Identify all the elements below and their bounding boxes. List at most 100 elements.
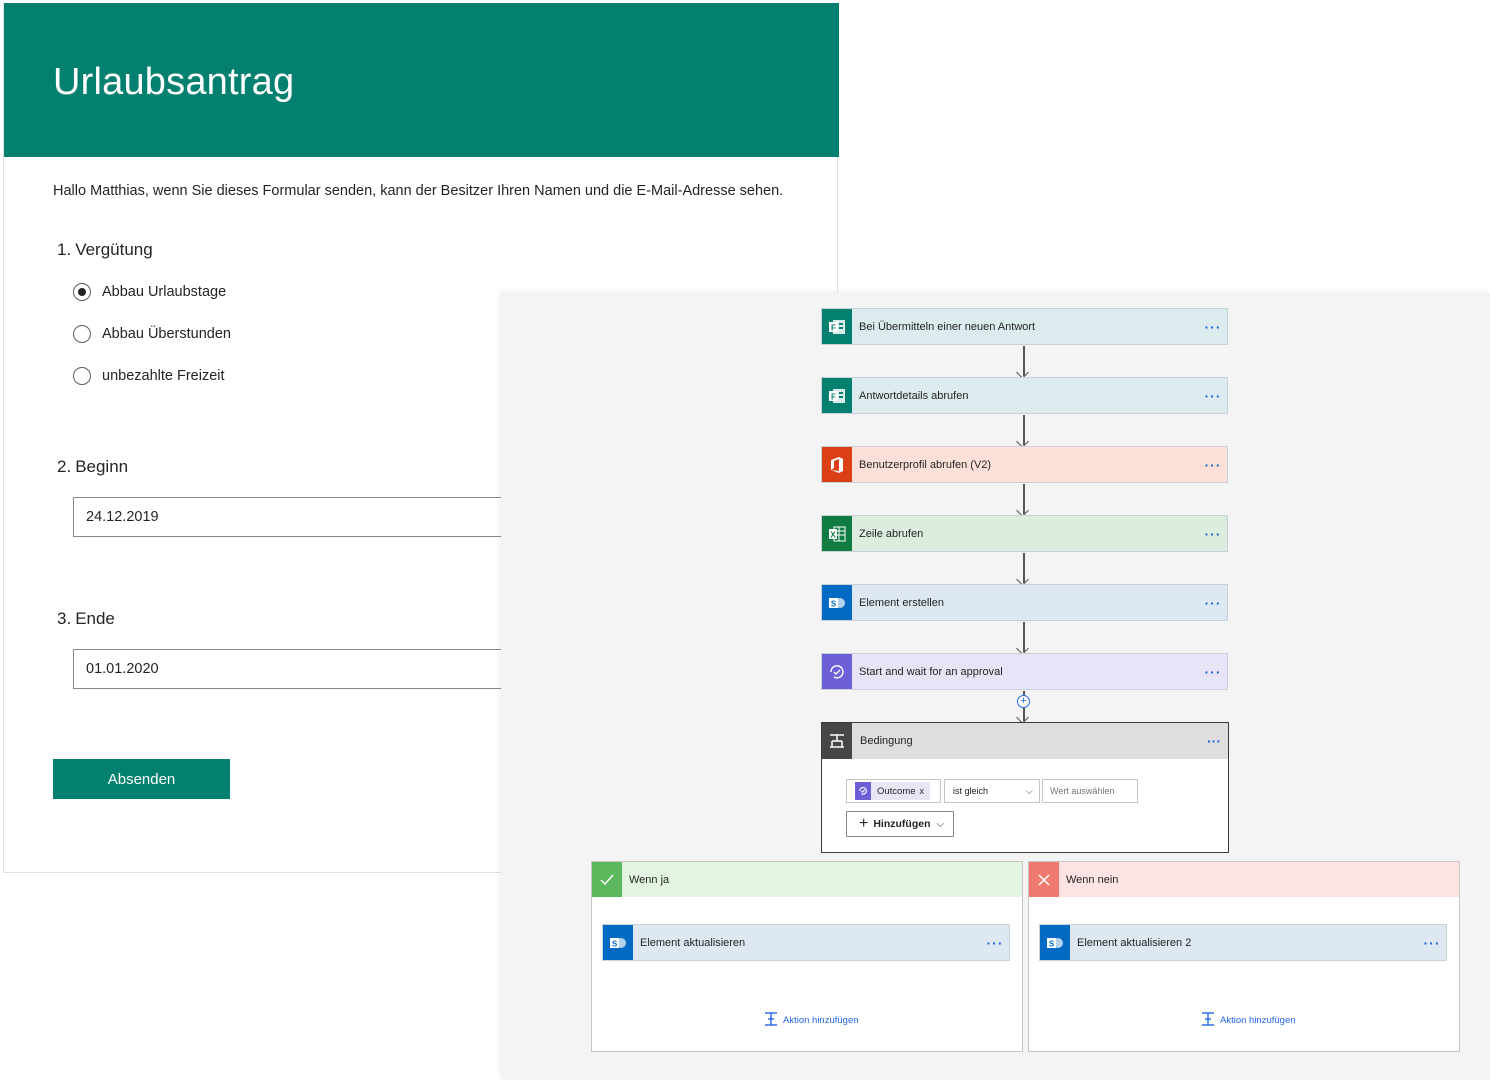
form-title: Urlaubsantrag	[53, 61, 295, 103]
question-number: 2.	[57, 457, 72, 476]
connector-arrow	[1023, 346, 1025, 376]
step-label: Start and wait for an approval	[859, 665, 1003, 678]
question-text: Beginn	[75, 457, 129, 476]
condition-value-input[interactable]	[1042, 779, 1138, 803]
operator-label: ist gleich	[953, 786, 989, 796]
flow-step-trigger[interactable]: F Bei Übermitteln einer neuen Antwort ··…	[821, 308, 1228, 345]
condition-block[interactable]: Bedingung ··· Outcome x ist gleich ⌵ + H…	[821, 722, 1229, 853]
check-icon	[592, 862, 622, 897]
branch-label: Wenn nein	[1066, 873, 1119, 886]
flow-step-update-item-2[interactable]: S Element aktualisieren 2 ···	[1039, 924, 1447, 961]
svg-text:F: F	[831, 323, 836, 332]
flow-step-create-item[interactable]: S Element erstellen ···	[821, 584, 1228, 621]
condition-header[interactable]: Bedingung ···	[822, 723, 1228, 759]
connector-arrow	[1023, 553, 1025, 583]
step-label: Element aktualisieren 2	[1077, 936, 1192, 949]
step-label: Benutzerprofil abrufen (V2)	[859, 458, 992, 471]
step-label: Bei Übermitteln einer neuen Antwort	[859, 320, 1036, 333]
radio-option-abbau-urlaubstage[interactable]: Abbau Urlaubstage	[73, 281, 226, 303]
svg-text:S: S	[1049, 939, 1055, 948]
radio-button[interactable]	[73, 283, 91, 301]
condition-label: Bedingung	[860, 735, 913, 747]
flow-step-update-item[interactable]: S Element aktualisieren ···	[602, 924, 1010, 961]
sharepoint-icon: S	[822, 585, 852, 620]
add-action-link[interactable]: Aktion hinzufügen	[1201, 1012, 1296, 1029]
token-label: Outcome	[877, 785, 916, 797]
sharepoint-icon: S	[603, 925, 633, 960]
question-number: 1.	[57, 240, 72, 259]
radio-button[interactable]	[73, 367, 91, 385]
connector-arrow	[1023, 484, 1025, 514]
radio-option-unbezahlte-freizeit[interactable]: unbezahlte Freizeit	[73, 365, 225, 387]
radio-option-abbau-ueberstunden[interactable]: Abbau Überstunden	[73, 323, 231, 345]
more-options-icon[interactable]: ···	[1199, 526, 1227, 542]
chevron-down-icon: ⌵	[1025, 785, 1033, 797]
flow-step-get-response[interactable]: F Antwortdetails abrufen ···	[821, 377, 1228, 414]
branch-no-header[interactable]: Wenn nein	[1029, 862, 1459, 897]
branch-yes-header[interactable]: Wenn ja	[592, 862, 1022, 897]
question-number: 3.	[57, 609, 72, 628]
step-label: Zeile abrufen	[859, 527, 924, 540]
radio-label: Abbau Überstunden	[102, 326, 231, 342]
add-condition-button[interactable]: + Hinzufügen ⌵	[846, 811, 954, 837]
insert-step-icon[interactable]: +	[1017, 695, 1030, 708]
more-options-icon[interactable]: ···	[1200, 733, 1228, 749]
end-date-input[interactable]	[73, 649, 533, 689]
condition-icon	[822, 723, 852, 759]
connector-arrow	[1023, 622, 1025, 652]
flow-canvas: F Bei Übermitteln einer neuen Antwort ··…	[501, 293, 1490, 1080]
sharepoint-icon: S	[1040, 925, 1070, 960]
close-icon	[1029, 862, 1059, 897]
radio-label: Abbau Urlaubstage	[102, 284, 227, 300]
approval-icon	[855, 782, 871, 800]
question-1-title: 1. Vergütung	[57, 240, 157, 260]
form-header: Urlaubsantrag	[4, 3, 839, 157]
step-label: Element aktualisieren	[640, 936, 746, 949]
question-3-title: 3. Ende	[57, 609, 119, 629]
svg-text:F: F	[831, 392, 836, 401]
plus-icon: +	[859, 815, 869, 832]
branch-no: Wenn nein S Element aktualisieren 2 ··· …	[1028, 861, 1460, 1052]
approval-icon	[822, 654, 852, 689]
svg-text:S: S	[831, 599, 837, 608]
chevron-down-icon: ⌵	[936, 818, 945, 830]
flow-step-user-profile[interactable]: Benutzerprofil abrufen (V2) ···	[821, 446, 1228, 483]
begin-date-input[interactable]	[73, 497, 533, 537]
form-intro: Hallo Matthias, wenn Sie dieses Formular…	[53, 183, 784, 199]
svg-text:S: S	[612, 939, 618, 948]
add-label: Hinzufügen	[873, 818, 931, 830]
svg-text:X: X	[830, 530, 836, 539]
add-action-label: Aktion hinzufügen	[783, 1015, 859, 1026]
excel-icon: X	[822, 516, 852, 551]
more-options-icon[interactable]: ···	[1199, 319, 1227, 335]
step-label: Antwortdetails abrufen	[859, 389, 969, 402]
more-options-icon[interactable]: ···	[981, 935, 1009, 951]
radio-button[interactable]	[73, 325, 91, 343]
step-label: Element erstellen	[859, 596, 944, 609]
branch-yes: Wenn ja S Element aktualisieren ··· Akti…	[591, 861, 1023, 1052]
remove-token-icon[interactable]: x	[920, 786, 925, 796]
add-action-icon	[1201, 1012, 1215, 1029]
more-options-icon[interactable]: ···	[1199, 664, 1227, 680]
more-options-icon[interactable]: ···	[1199, 595, 1227, 611]
more-options-icon[interactable]: ···	[1199, 388, 1227, 404]
more-options-icon[interactable]: ···	[1199, 457, 1227, 473]
add-action-link[interactable]: Aktion hinzufügen	[764, 1012, 859, 1029]
radio-label: unbezahlte Freizeit	[102, 368, 225, 384]
flow-step-approval[interactable]: Start and wait for an approval ···	[821, 653, 1228, 690]
condition-operator-select[interactable]: ist gleich ⌵	[944, 779, 1040, 803]
more-options-icon[interactable]: ···	[1418, 935, 1446, 951]
office-icon	[822, 447, 852, 482]
flow-step-get-row[interactable]: X Zeile abrufen ···	[821, 515, 1228, 552]
branch-label: Wenn ja	[629, 873, 670, 886]
forms-icon: F	[822, 309, 852, 344]
dynamic-content-token[interactable]: Outcome x	[855, 782, 931, 800]
question-text: Vergütung	[75, 240, 153, 259]
submit-button[interactable]: Absenden	[53, 759, 230, 799]
question-2-title: 2. Beginn	[57, 457, 132, 477]
connector-arrow	[1023, 415, 1025, 445]
question-text: Ende	[75, 609, 115, 628]
condition-left-operand[interactable]: Outcome x	[846, 779, 941, 803]
add-action-icon	[764, 1012, 778, 1029]
forms-icon: F	[822, 378, 852, 413]
